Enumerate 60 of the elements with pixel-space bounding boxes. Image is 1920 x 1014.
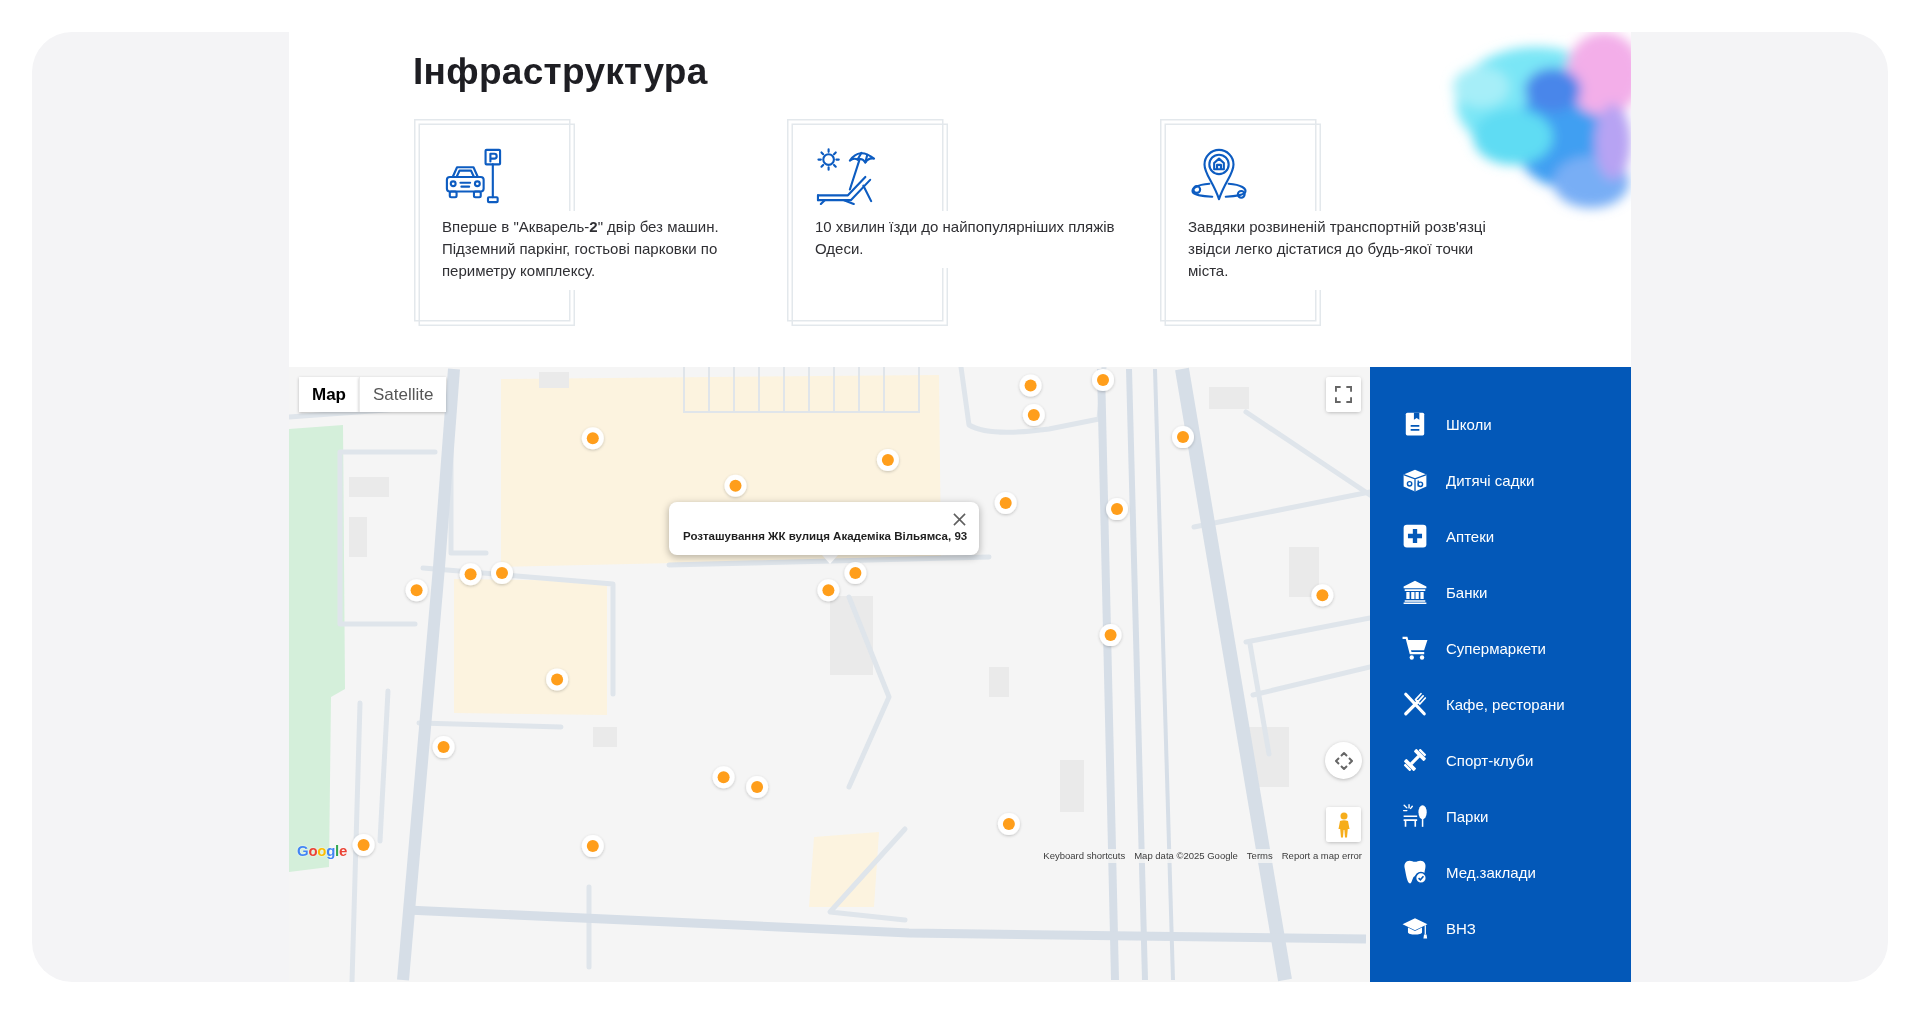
close-icon[interactable] <box>953 513 967 526</box>
map-marker-icon[interactable] <box>546 668 569 691</box>
map-marker-icon[interactable] <box>1311 584 1334 607</box>
category-filter-button[interactable]: ВНЗ <box>1370 900 1631 956</box>
map-type-tab[interactable]: Satellite <box>359 377 447 412</box>
dumbbell-icon <box>1402 747 1428 773</box>
category-filter-button[interactable]: Дитячі садки <box>1370 452 1631 508</box>
category-filter-button[interactable]: Аптеки <box>1370 508 1631 564</box>
toy-block-icon <box>1402 467 1428 493</box>
map-marker-icon[interactable] <box>491 562 513 584</box>
map-marker-icon[interactable] <box>817 579 840 602</box>
sun-umbrella-lounger-icon <box>815 147 877 205</box>
category-filter-button[interactable]: Спорт-клуби <box>1370 732 1631 788</box>
map-marker-icon[interactable] <box>844 562 867 584</box>
map-marker-icon[interactable] <box>1099 624 1122 647</box>
knife-fork-icon <box>1402 691 1428 717</box>
map-marker-icon[interactable] <box>1019 374 1042 397</box>
building <box>1289 547 1319 597</box>
map-marker-icon[interactable] <box>724 474 747 497</box>
map-footer-link[interactable]: Report a map error <box>1281 850 1362 862</box>
map-footer-link[interactable]: Terms <box>1246 850 1273 862</box>
map-marker-icon[interactable] <box>712 766 735 789</box>
map-marker-icon[interactable] <box>997 812 1020 835</box>
map-marker-icon[interactable] <box>581 427 604 450</box>
graduation-cap-icon <box>1402 915 1428 941</box>
person-icon <box>1336 811 1351 838</box>
columned-building-icon <box>1402 579 1428 605</box>
map-marker-icon[interactable] <box>405 579 428 602</box>
street-view-button[interactable] <box>1326 807 1361 842</box>
map-marker-icon[interactable] <box>352 833 375 856</box>
category-filter-button[interactable]: Парки <box>1370 788 1631 844</box>
fullscreen-button[interactable] <box>1326 377 1361 412</box>
category-filter-button[interactable]: Мед.заклади <box>1370 844 1631 900</box>
fullscreen-icon <box>1335 386 1352 403</box>
map-marker-icon[interactable] <box>1092 368 1114 391</box>
map-marker-icon[interactable] <box>1172 426 1194 449</box>
category-filter-button[interactable]: Школи <box>1370 396 1631 452</box>
move-arrows-icon <box>1333 750 1354 771</box>
map-marker-icon[interactable] <box>1106 498 1128 521</box>
map-marker-icon[interactable] <box>432 736 455 759</box>
tooth-check-icon <box>1402 859 1428 885</box>
map-marker-icon[interactable] <box>459 563 482 586</box>
info-window-text: Розташування ЖК вулиця Академіка Вільямса, 93 <box>683 529 968 543</box>
category-filter-button[interactable]: Банки <box>1370 564 1631 620</box>
map-marker-icon[interactable] <box>746 776 769 798</box>
map-footer-link[interactable]: Map data ©2025 Google <box>1134 850 1238 862</box>
map-marker-icon[interactable] <box>1022 404 1045 426</box>
medical-cross-icon <box>1402 523 1428 549</box>
google-logo: Google <box>297 843 347 859</box>
category-filter-button[interactable]: Супермаркети <box>1370 620 1631 676</box>
map-marker-icon[interactable] <box>994 491 1017 514</box>
shopping-cart-icon <box>1402 635 1428 661</box>
category-filter-button[interactable]: Кафе, ресторани <box>1370 676 1631 732</box>
map-footer-link[interactable]: Keyboard shortcuts <box>1043 850 1126 862</box>
bench-tree-icon <box>1402 803 1428 829</box>
camera-control-button[interactable] <box>1325 742 1362 779</box>
map-marker-icon[interactable] <box>876 448 899 471</box>
map-marker-icon[interactable] <box>581 835 604 858</box>
section-heading: Інфраструктура <box>413 50 708 94</box>
map-type-tab[interactable]: Map <box>299 377 359 412</box>
